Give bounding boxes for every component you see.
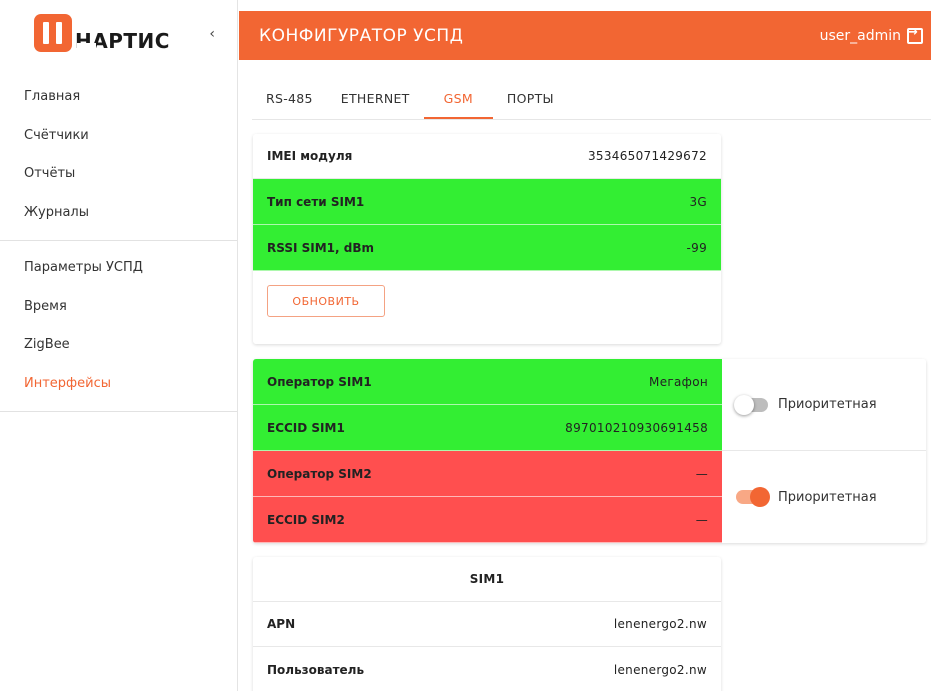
sidebar-item-time[interactable]: Время [0, 288, 237, 327]
imei-value: 353465071429672 [587, 149, 707, 163]
user-menu[interactable]: user_admin [820, 25, 923, 44]
sim1-iccid-row: ECCID SIM1 897010210930691458 [253, 405, 722, 451]
apn-label: APN [267, 617, 296, 631]
module-info-card: IMEI модуля 353465071429672 Тип сети SIM… [253, 134, 721, 344]
nav-group-settings: Параметры УСПД Время ZigBee Интерфейсы [0, 241, 237, 412]
logout-icon[interactable] [907, 25, 923, 44]
apn-value[interactable]: lenenergo2.nw [614, 617, 707, 631]
rssi-value: -99 [686, 240, 707, 255]
apn-row: APN lenenergo2.nw [253, 602, 721, 647]
imei-label: IMEI модуля [267, 149, 353, 163]
sim2-operator-value: — [695, 466, 708, 481]
imei-row: IMEI модуля 353465071429672 [253, 134, 721, 179]
rssi-row: RSSI SIM1, dBm -99 [253, 225, 721, 271]
toggle-knob [734, 394, 754, 415]
sim1-priority-label: Приоритетная [778, 397, 877, 412]
collapse-sidebar-icon[interactable]: ‹ [209, 26, 215, 42]
sim2-operator-label: Оператор SIM2 [267, 466, 372, 481]
sim2-iccid-value: — [695, 512, 708, 527]
sidebar: НАРТИС ‹ Главная Счётчики Отчёты Журналы… [0, 0, 238, 691]
sim1-iccid-label: ECCID SIM1 [267, 420, 345, 435]
sim1-priority-control: Приоритетная [722, 359, 926, 451]
sim1-iccid-value: 897010210930691458 [565, 420, 708, 435]
tab-ports[interactable]: ПОРТЫ [493, 76, 568, 119]
toggle-knob [750, 487, 770, 507]
sim2-priority-toggle[interactable] [736, 487, 770, 507]
app-header: КОНФИГУРАТОР УСПД user_admin [239, 11, 931, 60]
refresh-button[interactable]: ОБНОВИТЬ [267, 285, 385, 317]
sim1-operator-value: Мегафон [649, 374, 708, 389]
sidebar-item-reports[interactable]: Отчёты [0, 155, 237, 194]
user-label: Пользователь [267, 662, 365, 677]
user-value[interactable]: lenenergo2.nw [614, 663, 707, 677]
sim1-settings-card: SIM1 APN lenenergo2.nw Пользователь lene… [253, 557, 721, 691]
interface-tabs: RS-485 ETHERNET GSM ПОРТЫ [252, 76, 931, 120]
logo-text: НАРТИС [75, 29, 170, 53]
sidebar-item-home[interactable]: Главная [0, 78, 237, 117]
logo-icon [34, 14, 96, 52]
network-type-value: 3G [689, 194, 707, 209]
nav-group-main: Главная Счётчики Отчёты Журналы [0, 70, 237, 241]
username[interactable]: user_admin [820, 28, 901, 44]
network-type-row: Тип сети SIM1 3G [253, 179, 721, 225]
user-row: Пользователь lenenergo2.nw [253, 647, 721, 691]
sim2-iccid-row: ECCID SIM2 — [253, 497, 722, 543]
sim1-operator-label: Оператор SIM1 [267, 374, 372, 389]
tab-gsm[interactable]: GSM [423, 76, 493, 119]
sidebar-item-meters[interactable]: Счётчики [0, 117, 237, 156]
page-title: КОНФИГУРАТОР УСПД [259, 25, 464, 46]
sidebar-item-uspd-params[interactable]: Параметры УСПД [0, 249, 237, 288]
tab-ethernet[interactable]: ETHERNET [327, 76, 424, 119]
sim1-settings-title: SIM1 [253, 557, 721, 602]
sim1-operator-row: Оператор SIM1 Мегафон [253, 359, 722, 405]
brand-logo[interactable]: НАРТИС ‹ [0, 0, 237, 70]
rssi-label: RSSI SIM1, dBm [267, 240, 375, 255]
sim2-operator-row: Оператор SIM2 — [253, 451, 722, 497]
network-type-label: Тип сети SIM1 [267, 194, 365, 209]
sidebar-item-zigbee[interactable]: ZigBee [0, 326, 237, 365]
sim2-priority-control: Приоритетная [722, 451, 926, 543]
sidebar-item-interfaces[interactable]: Интерфейсы [0, 365, 237, 404]
sidebar-item-logs[interactable]: Журналы [0, 194, 237, 233]
sim2-iccid-label: ECCID SIM2 [267, 512, 345, 527]
sim2-priority-label: Приоритетная [778, 489, 877, 505]
tab-rs485[interactable]: RS-485 [252, 76, 327, 119]
sim-status-card: Оператор SIM1 Мегафон ECCID SIM1 8970102… [253, 359, 926, 543]
sim1-priority-toggle[interactable] [734, 394, 768, 415]
